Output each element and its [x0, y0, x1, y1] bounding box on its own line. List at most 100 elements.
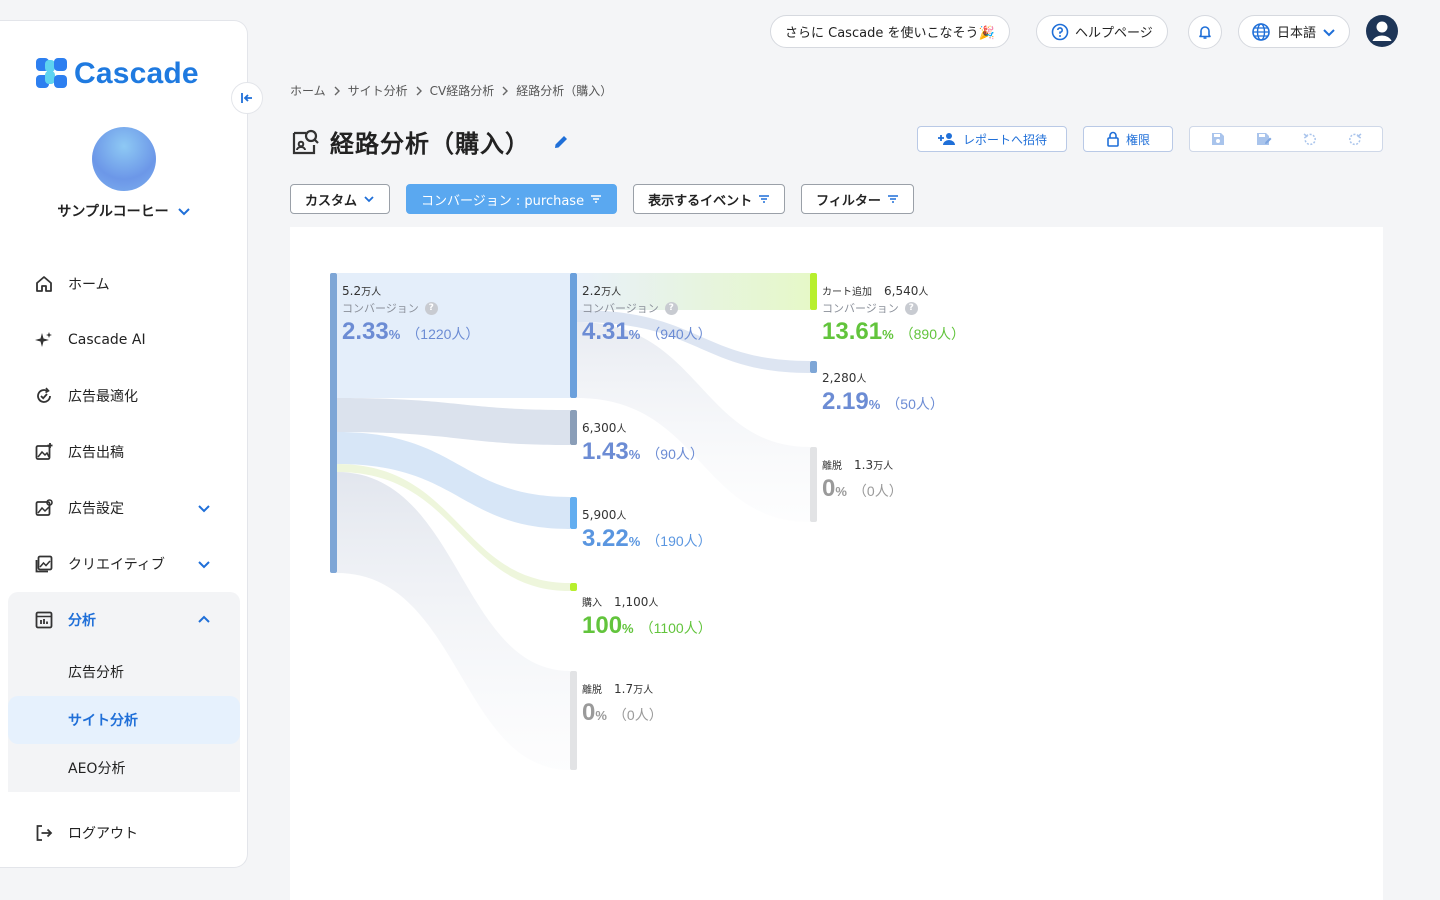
- notification-button[interactable]: [1188, 15, 1222, 49]
- filter-button[interactable]: フィルター: [801, 184, 914, 214]
- node-unit: 万人: [633, 685, 654, 696]
- org-selector[interactable]: サンプルコーヒー: [0, 201, 248, 221]
- undo-icon[interactable]: [1303, 132, 1317, 146]
- node-count: （940人）: [646, 326, 712, 343]
- node-unit: 万人: [873, 461, 894, 472]
- sankey-node: [330, 273, 337, 573]
- language-selector[interactable]: 日本語: [1238, 15, 1350, 48]
- pct-sign: %: [595, 708, 607, 724]
- node-unit: 人: [648, 598, 659, 609]
- sankey-node: [570, 273, 577, 398]
- permission-button[interactable]: 権限: [1083, 126, 1173, 152]
- help-button[interactable]: ヘルプページ: [1036, 15, 1168, 48]
- page-header: 経路分析（購入）: [290, 124, 570, 159]
- chevron-right-icon: [416, 86, 422, 95]
- user-icon: [1372, 21, 1392, 41]
- sidebar-item-label: ホーム: [68, 277, 110, 293]
- breadcrumb-item: 経路分析（購入）: [516, 84, 613, 98]
- node-count: （1100人）: [639, 620, 712, 637]
- node-unit: 人: [616, 424, 627, 435]
- user-avatar[interactable]: [1366, 15, 1398, 47]
- sidebar-item-label: 広告出稿: [68, 445, 124, 461]
- node-unit: 人: [856, 374, 867, 385]
- pencil-icon[interactable]: [552, 133, 570, 151]
- help-label: ヘルプページ: [1075, 26, 1153, 41]
- chevron-down-icon[interactable]: [196, 556, 212, 572]
- help-icon[interactable]: ?: [664, 302, 678, 316]
- sidebar-subitem-site-analysis[interactable]: サイト分析: [8, 696, 240, 744]
- node-users: 2,280: [822, 371, 857, 385]
- breadcrumb-item[interactable]: ホーム: [290, 82, 326, 99]
- promo-button[interactable]: さらに Cascade を使いこなそう🎉: [770, 15, 1010, 48]
- sidebar-item-label: 広告設定: [68, 501, 124, 517]
- node-rate: 0: [582, 699, 596, 727]
- sidebar-item-home[interactable]: ホーム: [8, 256, 240, 312]
- sidebar-item-cascade-ai[interactable]: Cascade AI: [8, 312, 240, 368]
- node-rate: 3.22: [582, 525, 629, 553]
- node-users: 2.2: [582, 284, 602, 298]
- language-label: 日本語: [1277, 26, 1317, 41]
- image-plus-icon: [34, 442, 54, 462]
- node-users: 1.7: [614, 682, 634, 696]
- node-users: 6,300: [582, 421, 617, 435]
- custom-dropdown[interactable]: カスタム: [290, 184, 391, 214]
- person-add-icon: [937, 133, 955, 145]
- node-users: 5,900: [582, 508, 617, 522]
- node-name: 離脱: [822, 461, 842, 472]
- refresh-check-icon: [34, 386, 54, 406]
- node-unit: 人: [616, 511, 627, 522]
- sankey-node: [810, 273, 817, 310]
- chevron-down-icon[interactable]: [196, 500, 212, 516]
- filter-icon: [591, 195, 602, 203]
- events-filter-button[interactable]: 表示するイベント: [633, 184, 786, 214]
- breadcrumb-item[interactable]: サイト分析: [348, 82, 408, 99]
- node-name: 離脱: [582, 685, 602, 696]
- sidebar-item-ad-settings[interactable]: 広告設定: [8, 480, 240, 536]
- node-count: （890人）: [899, 326, 965, 343]
- help-icon: [1051, 23, 1069, 40]
- filter-icon: [759, 195, 770, 203]
- sidebar-group-analysis: 分析 広告分析 サイト分析 AEO分析: [8, 592, 240, 792]
- conversion-filter-button[interactable]: コンバージョン : purchase: [406, 184, 618, 214]
- chevron-down-icon: [364, 196, 374, 203]
- pct-sign: %: [882, 327, 894, 343]
- promo-label: さらに Cascade を使いこなそう🎉: [785, 26, 995, 41]
- sidebar-item-label: 分析: [68, 613, 96, 629]
- report-search-icon: [292, 129, 319, 154]
- sidebar-item-creative[interactable]: クリエイティブ: [8, 536, 240, 592]
- logout-button[interactable]: ログアウト: [8, 805, 138, 861]
- sidebar-item-ad-optimization[interactable]: 広告最適化: [8, 368, 240, 424]
- save-icon[interactable]: [1211, 132, 1225, 146]
- chevron-up-icon[interactable]: [196, 612, 212, 628]
- breadcrumb-item[interactable]: CV経路分析: [430, 82, 495, 99]
- cv-label: コンバージョン: [582, 301, 659, 315]
- node-unit: 人: [918, 287, 929, 298]
- collapse-sidebar-button[interactable]: [231, 82, 263, 114]
- save-as-icon[interactable]: [1256, 132, 1272, 146]
- sankey-panel: 5.2万人 コンバージョン? 2.33% （1220人） 2.2 万人 コンバージョ…: [290, 227, 1383, 900]
- invite-report-button[interactable]: レポートへ招待: [917, 126, 1067, 152]
- node-users: 1.3: [854, 458, 874, 472]
- sidebar-item-ad-publish[interactable]: 広告出稿: [8, 424, 240, 480]
- bell-icon: [1199, 26, 1211, 39]
- node-unit: 万人: [361, 287, 382, 298]
- pct-sign: %: [868, 397, 881, 413]
- sankey-node-label-g: 2,280人 2.19% （50人）: [822, 371, 944, 416]
- help-icon[interactable]: ?: [424, 302, 438, 316]
- sankey-node: [810, 447, 817, 522]
- redo-icon[interactable]: [1348, 132, 1362, 146]
- collapse-left-icon: [241, 93, 252, 103]
- sidebar-subitem-ad-analysis[interactable]: 広告分析: [8, 648, 240, 696]
- lock-icon: [1107, 131, 1119, 147]
- node-users: 5.2: [342, 284, 362, 298]
- sidebar-item-analysis[interactable]: 分析: [8, 592, 240, 648]
- org-avatar[interactable]: [92, 127, 156, 191]
- events-label: 表示するイベント: [648, 193, 753, 209]
- sidebar-subitem-aeo-analysis[interactable]: AEO分析: [8, 744, 240, 792]
- chevron-right-icon: [502, 86, 509, 95]
- sankey-node-label-purchase: 購入 1,100人 100% （1100人）: [582, 595, 712, 640]
- brand-logo[interactable]: Cascade: [36, 57, 199, 91]
- sankey-node-label-root: 5.2万人 コンバージョン? 2.33% （1220人）: [342, 284, 479, 346]
- help-icon[interactable]: ?: [904, 302, 918, 316]
- custom-label: カスタム: [305, 193, 358, 209]
